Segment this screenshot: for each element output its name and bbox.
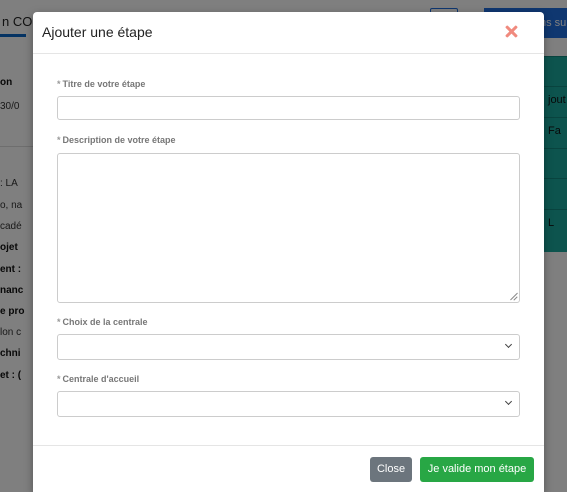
step-title-input[interactable]	[57, 96, 520, 120]
add-step-modal: Ajouter une étape * Titre de votre étape …	[33, 12, 544, 492]
step-description-label: * Description de votre étape	[57, 135, 176, 145]
centrale-choice-label: * Choix de la centrale	[57, 317, 148, 327]
step-title-label-text: Titre de votre étape	[62, 79, 146, 89]
chevron-down-icon	[504, 399, 513, 408]
close-button[interactable]: Close	[370, 457, 412, 482]
chevron-down-icon	[504, 342, 513, 351]
host-centrale-label: * Centrale d'accueil	[57, 374, 139, 384]
step-title-label: * Titre de votre étape	[57, 79, 145, 89]
close-icon[interactable]	[503, 22, 521, 40]
step-description-label-text: Description de votre étape	[62, 135, 176, 145]
required-asterisk: *	[57, 374, 61, 384]
modal-title: Ajouter une étape	[42, 24, 153, 40]
centrale-choice-label-text: Choix de la centrale	[62, 317, 148, 327]
textarea-resize-handle[interactable]	[509, 292, 518, 301]
host-centrale-select[interactable]	[57, 391, 520, 417]
centrale-select[interactable]	[57, 334, 520, 360]
step-description-textarea[interactable]	[57, 153, 520, 303]
modal-footer-divider	[33, 445, 544, 446]
required-asterisk: *	[57, 79, 61, 89]
required-asterisk: *	[57, 135, 61, 145]
modal-header: Ajouter une étape	[33, 12, 544, 54]
host-centrale-label-text: Centrale d'accueil	[62, 374, 140, 384]
required-asterisk: *	[57, 317, 61, 327]
validate-step-button[interactable]: Je valide mon étape	[420, 457, 534, 482]
